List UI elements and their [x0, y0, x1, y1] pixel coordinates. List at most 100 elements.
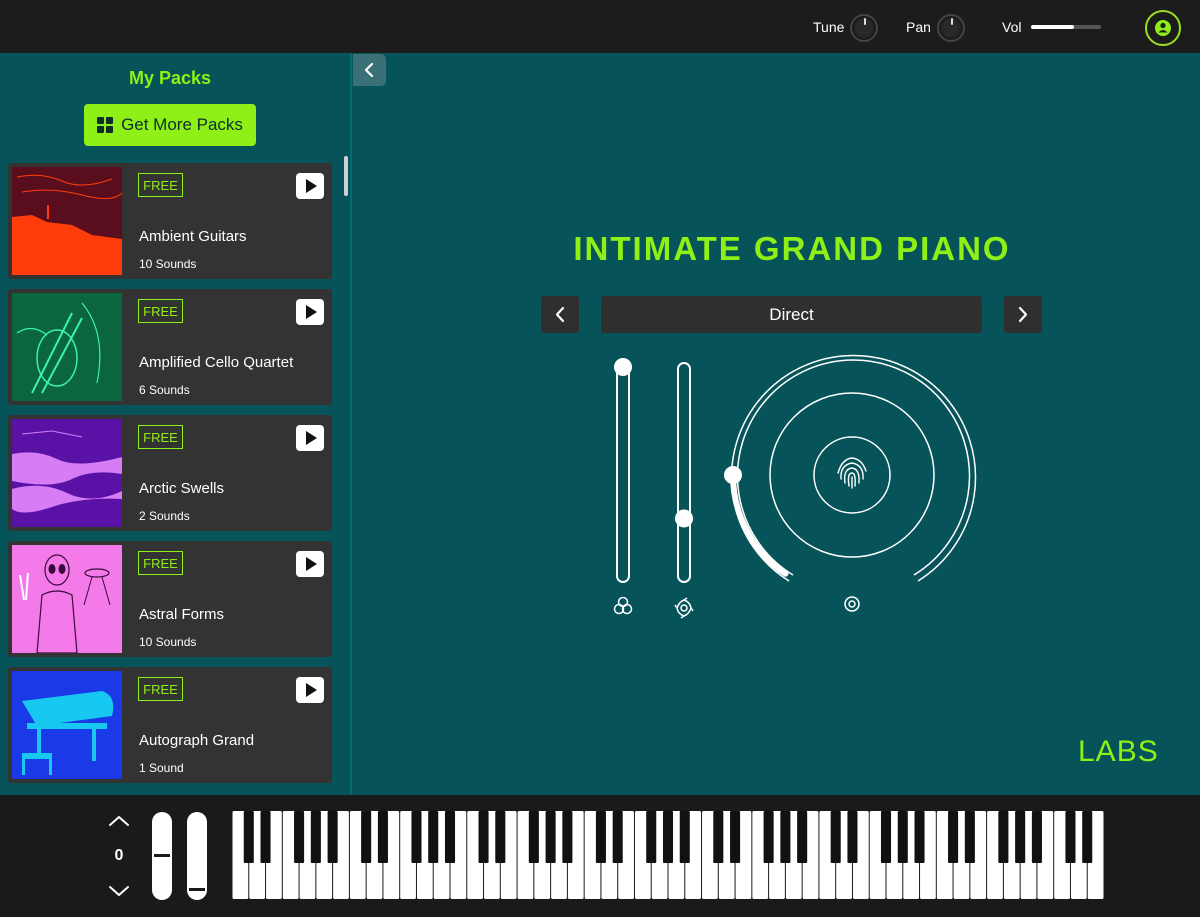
black-key[interactable] — [713, 811, 724, 863]
pack-name: Arctic Swells — [139, 480, 225, 497]
black-key[interactable] — [294, 811, 305, 863]
black-key[interactable] — [662, 811, 674, 863]
get-more-packs-button[interactable]: Get More Packs — [84, 104, 256, 146]
main-area: My Packs Get More Packs FREE Ambient Gui… — [0, 53, 1200, 795]
dial-outer-ring[interactable] — [736, 359, 971, 576]
keyboard-panel: 0 — [0, 795, 1200, 917]
black-key[interactable] — [478, 811, 489, 863]
packs-sidebar: My Packs Get More Packs FREE Ambient Gui… — [0, 53, 352, 795]
vol-label: Vol — [1002, 19, 1022, 35]
black-key[interactable] — [595, 811, 606, 863]
play-preview-button[interactable] — [296, 551, 324, 577]
black-key[interactable] — [562, 811, 573, 863]
octave-up-icon[interactable] — [107, 813, 131, 829]
play-preview-button[interactable] — [296, 425, 324, 451]
get-more-packs-label: Get More Packs — [121, 115, 243, 134]
user-icon — [1155, 20, 1171, 36]
black-key[interactable] — [897, 811, 908, 863]
target-icon-inner — [848, 600, 856, 608]
play-preview-button[interactable] — [296, 677, 324, 703]
pack-card-autograph-grand[interactable]: FREE Autograph Grand 1 Sound — [8, 667, 332, 783]
pan-label: Pan — [906, 19, 931, 35]
black-key[interactable] — [1082, 811, 1093, 863]
black-key[interactable] — [612, 811, 623, 863]
black-key[interactable] — [243, 811, 254, 863]
black-key[interactable] — [780, 811, 791, 863]
free-badge: FREE — [138, 299, 183, 323]
tune-knob[interactable] — [850, 14, 878, 42]
pan-knob[interactable] — [937, 14, 965, 42]
black-key[interactable] — [528, 811, 539, 863]
pack-sound-count: 10 Sounds — [139, 635, 197, 649]
play-preview-button[interactable] — [296, 299, 324, 325]
black-key[interactable] — [763, 811, 774, 863]
labs-logo: LABS — [1078, 735, 1159, 768]
previous-preset-button[interactable] — [541, 296, 579, 333]
preset-selector[interactable]: Direct — [601, 296, 982, 333]
dial-middle-ring — [769, 392, 935, 558]
next-preset-button[interactable] — [1004, 296, 1042, 333]
black-key[interactable] — [797, 811, 808, 863]
pack-artwork — [12, 671, 122, 779]
pack-name: Ambient Guitars — [139, 228, 247, 245]
volume-slider[interactable] — [1031, 25, 1101, 29]
black-key[interactable] — [998, 811, 1009, 863]
black-key[interactable] — [377, 811, 388, 863]
dial-arc-fill — [730, 472, 789, 577]
free-badge: FREE — [138, 551, 183, 575]
black-key[interactable] — [964, 811, 975, 863]
pitch-wheel[interactable] — [152, 812, 172, 900]
play-preview-button[interactable] — [296, 173, 324, 199]
reverb-slider-handle[interactable] — [675, 509, 693, 528]
free-badge: FREE — [138, 677, 183, 701]
pack-card-amplified-cello-quartet[interactable]: FREE Amplified Cello Quartet 6 Sounds — [8, 289, 332, 405]
expression-slider-handle[interactable] — [614, 358, 632, 376]
black-key[interactable] — [411, 811, 422, 863]
black-key[interactable] — [830, 811, 841, 863]
fingerprint-icon — [837, 457, 867, 489]
black-key[interactable] — [444, 811, 456, 863]
black-key[interactable] — [495, 811, 506, 863]
black-key[interactable] — [428, 811, 439, 863]
top-bar: Tune Pan Vol — [0, 0, 1200, 53]
black-key[interactable] — [679, 811, 690, 863]
tune-label: Tune — [813, 19, 845, 35]
free-badge: FREE — [138, 425, 183, 449]
chevron-right-icon — [1018, 306, 1028, 323]
black-key[interactable] — [948, 811, 959, 863]
dial-inner-ring — [813, 436, 891, 514]
pack-artwork — [12, 293, 122, 401]
black-key[interactable] — [1015, 811, 1026, 863]
collapse-sidebar-button[interactable] — [353, 54, 386, 86]
pack-sound-count: 10 Sounds — [139, 257, 197, 271]
black-key[interactable] — [880, 811, 892, 863]
pack-artwork — [12, 167, 122, 275]
dial-handle[interactable] — [724, 466, 742, 484]
black-key[interactable] — [260, 811, 271, 863]
black-key[interactable] — [646, 811, 657, 863]
reverb-slider-track[interactable] — [677, 362, 691, 583]
pack-card-arctic-swells[interactable]: FREE Arctic Swells 2 Sounds — [8, 415, 332, 531]
black-key[interactable] — [327, 811, 338, 863]
black-key[interactable] — [1031, 811, 1042, 863]
black-key[interactable] — [730, 811, 741, 863]
pack-name: Astral Forms — [139, 606, 225, 623]
pack-name: Amplified Cello Quartet — [139, 354, 294, 371]
black-key[interactable] — [847, 811, 858, 863]
black-key[interactable] — [1065, 811, 1076, 863]
sidebar-scrollbar[interactable] — [344, 156, 348, 196]
pack-card-ambient-guitars[interactable]: FREE Ambient Guitars 10 Sounds — [8, 163, 332, 279]
user-account-button[interactable] — [1145, 10, 1181, 46]
piano-keyboard[interactable] — [232, 811, 1104, 899]
black-key[interactable] — [310, 811, 321, 863]
dial-outer-ring-edge — [730, 354, 977, 582]
pack-card-astral-forms[interactable]: FREE Astral Forms 10 Sounds — [8, 541, 332, 657]
black-key[interactable] — [361, 811, 372, 863]
target-icon — [844, 596, 860, 612]
octave-down-icon[interactable] — [107, 883, 131, 899]
black-key[interactable] — [545, 811, 556, 863]
mod-wheel[interactable] — [187, 812, 207, 900]
chevron-left-icon — [364, 62, 374, 78]
black-key[interactable] — [914, 811, 925, 863]
expression-slider-track[interactable] — [616, 365, 630, 583]
